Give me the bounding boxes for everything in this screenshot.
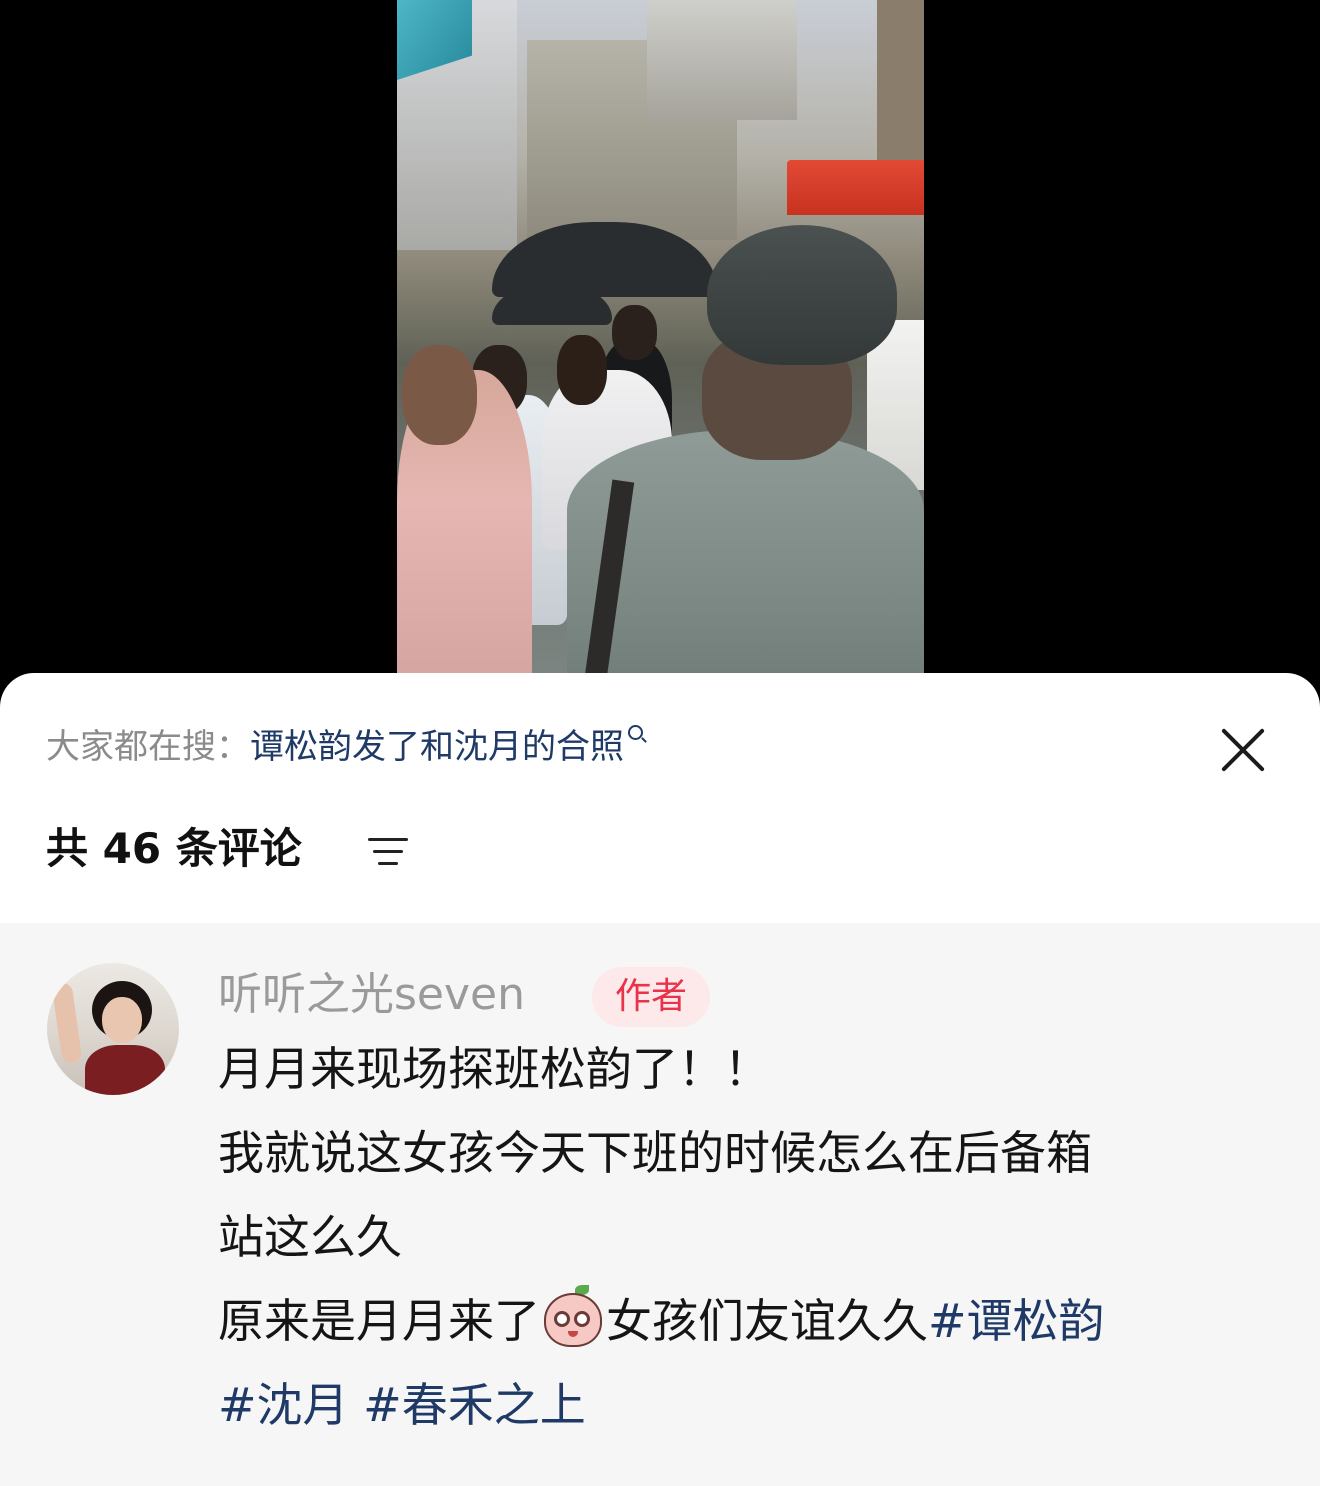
search-icon[interactable] — [628, 725, 643, 740]
sort-icon-line — [373, 850, 403, 853]
search-suggestion-query[interactable]: 谭松韵发了和沈月的合照 — [250, 727, 624, 767]
video-scene-man-cap — [707, 225, 897, 365]
video-player[interactable] — [0, 0, 1320, 700]
comment-line: #沈月 #春禾之上 — [218, 1363, 1278, 1447]
comments-sheet: 大家都在搜：谭松韵发了和沈月的合照 共 46 条评论 听听之光seven 作者 … — [0, 673, 1320, 1486]
hashtag-link[interactable]: #春禾之上 — [363, 1378, 586, 1432]
sort-icon-line — [378, 862, 398, 865]
avatar-detail — [51, 981, 83, 1065]
video-scene-awning-red — [787, 160, 924, 215]
video-scene-person-head — [612, 305, 657, 360]
hashtag-link[interactable]: #谭松韵 — [928, 1294, 1105, 1348]
close-icon[interactable] — [1216, 723, 1270, 777]
avatar-detail — [85, 1045, 165, 1095]
search-suggestion[interactable]: 大家都在搜：谭松韵发了和沈月的合照 — [46, 723, 643, 771]
comment-line: 站这么久 — [218, 1210, 402, 1264]
emoji-icon — [542, 1285, 604, 1347]
emoji-face — [544, 1293, 602, 1347]
sort-icon-line — [368, 838, 408, 841]
comment-body: 月月来现场探班松韵了！！ 我就说这女孩今天下班的时候怎么在后备箱 站这么久 原来… — [218, 1027, 1278, 1447]
comment-username[interactable]: 听听之光seven — [218, 965, 525, 1025]
app-root: 大家都在搜：谭松韵发了和沈月的合照 共 46 条评论 听听之光seven 作者 … — [0, 0, 1320, 1486]
video-scene-building — [647, 0, 797, 120]
video-scene-person-head — [557, 335, 607, 405]
comment-item[interactable]: 听听之光seven 作者 月月来现场探班松韵了！！ 我就说这女孩今天下班的时候怎… — [0, 923, 1320, 1486]
comment-count-title: 共 46 条评论 — [46, 824, 302, 873]
sort-icon[interactable] — [368, 836, 408, 870]
avatar-detail — [102, 997, 142, 1043]
search-suggestion-prefix: 大家都在搜： — [46, 727, 250, 767]
hashtag-link[interactable]: #沈月 — [218, 1378, 349, 1432]
comment-text-segment: 女孩们友谊久久 — [606, 1294, 928, 1348]
emoji-eye — [554, 1311, 570, 1327]
video-scene-person-head — [402, 345, 477, 445]
video-frame[interactable] — [397, 0, 924, 700]
comment-line: 原来是月月来了 女孩们友谊久久#谭松韵 — [218, 1279, 1278, 1363]
author-badge: 作者 — [592, 967, 710, 1027]
avatar[interactable] — [47, 963, 179, 1095]
comment-line: 我就说这女孩今天下班的时候怎么在后备箱 — [218, 1126, 1092, 1180]
emoji-eye — [574, 1311, 590, 1327]
comment-text-segment: 原来是月月来了 — [218, 1294, 540, 1348]
comment-line: 月月来现场探班松韵了！！ — [218, 1042, 770, 1096]
